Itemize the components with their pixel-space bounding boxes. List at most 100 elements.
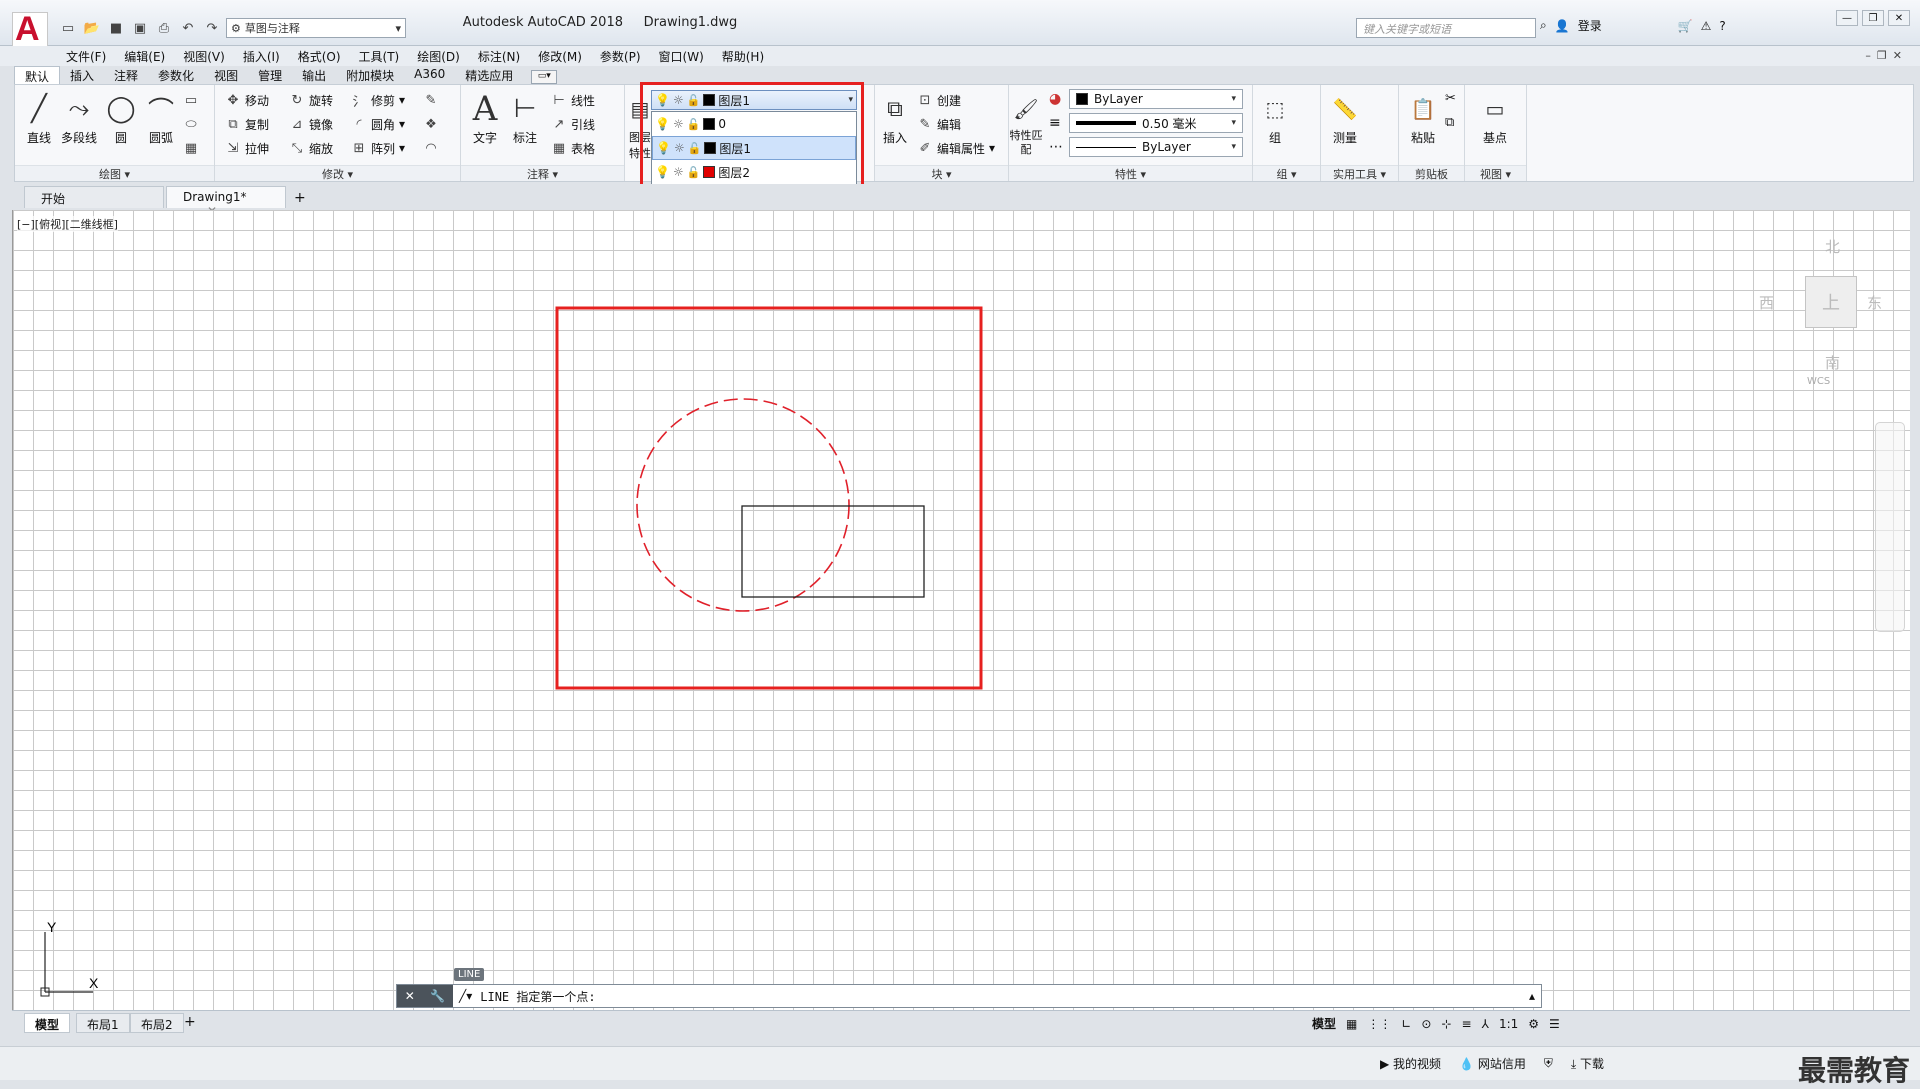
navigation-bar[interactable]	[1875, 422, 1905, 632]
site-credit-button[interactable]: 💧 网站信用	[1459, 1055, 1526, 1072]
erase-icon[interactable]: ✎	[423, 89, 439, 111]
dimension-button[interactable]: ⊢ 标注	[505, 89, 545, 159]
new-tab-button[interactable]: +	[288, 188, 312, 208]
explode-icon[interactable]: ❖	[423, 113, 439, 135]
linear-button[interactable]: ⊢ 线性	[551, 89, 595, 111]
rotate-button[interactable]: ↻ 旋转	[289, 89, 333, 111]
edit-block-button[interactable]: ✎ 编辑	[917, 113, 961, 135]
match-properties-button[interactable]: 🖌 特性匹配	[1009, 89, 1043, 159]
tab-layout1[interactable]: 布局1	[76, 1013, 130, 1033]
polar-icon[interactable]: ⊙	[1421, 1017, 1431, 1031]
measure-button[interactable]: 📏 测量	[1325, 89, 1365, 159]
tab-start[interactable]: 开始	[24, 186, 164, 208]
scale-button[interactable]: ⤡ 缩放	[289, 137, 333, 159]
tab-drawing1[interactable]: Drawing1* ✕	[166, 186, 286, 218]
unlock-icon[interactable]: 🔓	[688, 142, 702, 155]
my-video-button[interactable]: ▶ 我的视频	[1380, 1055, 1441, 1072]
rectangle-shape[interactable]	[741, 505, 925, 598]
groups-panel-title[interactable]: 组 ▾	[1253, 165, 1320, 181]
annotation-panel-title[interactable]: 注释 ▾	[461, 165, 624, 181]
lineweight-select[interactable]: 0.50 毫米 ▾	[1069, 113, 1243, 133]
menu-item[interactable]: 修改(M)	[538, 48, 582, 65]
layer-item[interactable]: 💡 ☼ 🔓 图层2	[652, 160, 856, 184]
cart-icon[interactable]: 🛒	[1678, 19, 1693, 33]
tab-annotate[interactable]: 注释	[104, 66, 148, 84]
modify-panel-title[interactable]: 修改 ▾	[215, 165, 460, 181]
tab-insert[interactable]: 插入	[60, 66, 104, 84]
stretch-button[interactable]: ⇲ 拉伸	[225, 137, 269, 159]
cut-icon[interactable]: ✂	[1445, 91, 1456, 106]
layer-color-swatch[interactable]	[703, 166, 716, 178]
linetype-select[interactable]: ByLayer ▾	[1069, 137, 1243, 157]
scale-value[interactable]: 1:1	[1499, 1017, 1518, 1031]
unlock-icon[interactable]: 🔓	[687, 118, 701, 131]
add-layout-button[interactable]: +	[184, 1014, 196, 1030]
fillet-button[interactable]: ◜ 圆角 ▾	[351, 113, 405, 135]
text-button[interactable]: A 文字	[465, 89, 505, 159]
osnap-icon[interactable]: ⊹	[1441, 1017, 1451, 1031]
table-button[interactable]: ▦ 表格	[551, 137, 595, 159]
insert-block-button[interactable]: ⧉ 插入	[875, 89, 915, 159]
bulb-icon[interactable]: 💡	[656, 141, 671, 155]
west-label[interactable]: 西	[1759, 292, 1774, 313]
bulb-icon[interactable]: 💡	[655, 117, 670, 131]
menu-item[interactable]: 标注(N)	[478, 48, 520, 65]
line-button[interactable]: ╱ 直线	[19, 89, 59, 159]
layer-dropdown[interactable]: 💡 ☼ 🔓 图层1 ▾	[651, 90, 857, 110]
ortho-icon[interactable]: ∟	[1401, 1017, 1411, 1031]
view-panel-title[interactable]: 视图 ▾	[1465, 165, 1526, 181]
polyline-button[interactable]: ⤳ 多段线	[59, 89, 99, 159]
ellipse-icon[interactable]: ⬭	[183, 113, 199, 135]
layer-color-swatch[interactable]	[703, 118, 716, 130]
layer-color-swatch[interactable]	[704, 142, 717, 154]
exchange-icon[interactable]: ⚠	[1701, 19, 1712, 33]
lineweight-toggle-icon[interactable]: ≡	[1462, 1017, 1472, 1031]
menu-item[interactable]: 窗口(W)	[659, 48, 704, 65]
arc-button[interactable]: ⌒ 圆弧	[141, 89, 181, 159]
rectangle-icon[interactable]: ▭	[183, 89, 199, 111]
layer-item[interactable]: 💡 ☼ 🔓 0	[652, 112, 856, 136]
copy-clip-icon[interactable]: ⧉	[1445, 115, 1454, 130]
tab-view[interactable]: 视图	[204, 66, 248, 84]
command-prompt[interactable]: LINE 指定第一个点:	[472, 988, 595, 1005]
copy-button[interactable]: ⧉ 复制	[225, 113, 269, 135]
tab-addins[interactable]: 附加模块	[336, 66, 404, 84]
close-icon[interactable]: ✕	[1888, 10, 1910, 26]
ribbon-toggle-button[interactable]: ▭▾	[531, 70, 558, 84]
document-window-controls[interactable]: –❐✕	[1865, 49, 1908, 62]
viewcube[interactable]: 北 西 东 上 南 WCS	[1753, 226, 1883, 387]
offset-icon[interactable]: ◠	[423, 137, 439, 159]
edit-attributes-button[interactable]: ✐ 编辑属性 ▾	[917, 137, 996, 159]
login-button[interactable]: 登录	[1578, 17, 1602, 34]
bulb-icon[interactable]: 💡	[655, 165, 670, 179]
menu-item[interactable]: 绘图(D)	[417, 48, 460, 65]
utilities-panel-title[interactable]: 实用工具 ▾	[1321, 165, 1398, 181]
north-label[interactable]: 北	[1825, 236, 1840, 257]
tab-a360[interactable]: A360	[404, 66, 455, 84]
group-button[interactable]: ⬚ 组	[1255, 89, 1295, 159]
sun-icon[interactable]: ☼	[674, 141, 685, 155]
menu-item[interactable]: 文件(F)	[66, 48, 106, 65]
menu-item[interactable]: 参数(P)	[600, 48, 641, 65]
grid-icon[interactable]: ▦	[1346, 1017, 1357, 1031]
minimize-icon[interactable]: —	[1836, 10, 1858, 26]
block-panel-title[interactable]: 块 ▾	[875, 165, 1008, 181]
layer-item[interactable]: 💡 ☼ 🔓 图层1	[652, 136, 856, 160]
array-button[interactable]: ⊞ 阵列 ▾	[351, 137, 406, 159]
search-input[interactable]: 键入关键字或短语	[1356, 18, 1536, 38]
menu-item[interactable]: 格式(O)	[298, 48, 341, 65]
tab-model[interactable]: 模型	[24, 1013, 71, 1033]
draw-panel-title[interactable]: 绘图 ▾	[15, 165, 214, 181]
tab-home[interactable]: 默认	[14, 66, 61, 84]
tab-layout2[interactable]: 布局2	[130, 1013, 184, 1033]
menu-item[interactable]: 工具(T)	[359, 48, 400, 65]
chevron-up-icon[interactable]: ▴	[1529, 989, 1541, 1003]
east-label[interactable]: 东	[1867, 292, 1882, 313]
customize-icon[interactable]: ☰	[1549, 1017, 1560, 1031]
download-button[interactable]: ⤓ 下载	[1571, 1055, 1604, 1072]
menu-item[interactable]: 帮助(H)	[722, 48, 764, 65]
tab-featured-apps[interactable]: 精选应用	[455, 66, 523, 84]
hatch-icon[interactable]: ▦	[183, 137, 199, 159]
circle-button[interactable]: ◯ 圆	[101, 89, 141, 159]
model-space-button[interactable]: 模型	[1312, 1015, 1336, 1032]
